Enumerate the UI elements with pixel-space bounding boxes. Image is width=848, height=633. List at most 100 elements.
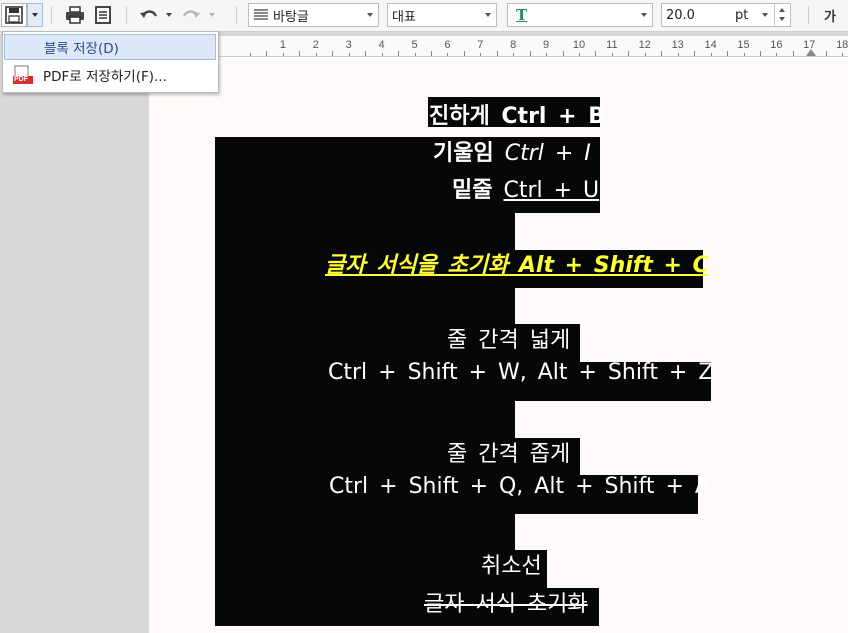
redo-button[interactable]	[178, 3, 204, 27]
spin-down-icon[interactable]	[779, 17, 785, 21]
strike-label-text: 취소선	[481, 554, 542, 579]
ruler-number: 10	[572, 39, 586, 51]
selection-highlight	[215, 288, 515, 324]
ruler-tick	[480, 53, 482, 56]
menu-item-block-save[interactable]: 블록 저장(D)	[4, 34, 216, 60]
narrow-spacing-keys: Ctrl + Shift + Q, Alt + Shift + A	[329, 474, 710, 499]
ruler-number: 1	[279, 39, 286, 51]
reset-format-text: 글자 서식을 초기화 Alt + Shift + C	[325, 253, 709, 278]
block-save-label: 블록 저장(D)	[44, 41, 119, 57]
ruler-tick	[611, 53, 613, 56]
ruler-tick	[266, 51, 268, 56]
ruler-tick	[628, 51, 630, 56]
chevron-down-icon	[641, 13, 647, 17]
chevron-down-icon	[762, 13, 768, 17]
style-value: 대표	[392, 9, 416, 25]
chevron-down-icon	[209, 13, 215, 17]
underline-keys: Ctrl + U	[503, 178, 600, 203]
ruler-tick	[513, 53, 515, 56]
ruler-tick	[694, 51, 696, 56]
ruler-number: 18	[836, 39, 848, 51]
style-select[interactable]: 대표	[387, 3, 497, 27]
ruler-tick	[842, 53, 844, 56]
chevron-down-icon	[367, 13, 373, 17]
font-size-field[interactable]: 20.0 pt	[661, 3, 791, 27]
ruler-tick	[661, 51, 663, 56]
ruler-number: 16	[770, 39, 783, 51]
widen-keys-text: Ctrl + Shift + W, Alt + Shift + Z	[328, 360, 714, 385]
chevron-down-icon	[32, 13, 38, 17]
font-face-value: 바탕글	[273, 9, 309, 25]
ruler-tick	[315, 53, 317, 56]
ruler-tick	[332, 51, 334, 56]
reset-format-line: 글자 서식을 초기화 Alt + Shift + C	[325, 247, 709, 279]
ruler-tick	[299, 51, 301, 56]
ruler-tick	[496, 51, 498, 56]
save-button[interactable]	[1, 3, 27, 27]
char-shape-label: 가	[824, 9, 836, 25]
toolbar: 바탕글 대표 T 20.0 pt 가	[0, 0, 848, 32]
ruler-tick	[447, 53, 449, 56]
spin-up-icon[interactable]	[779, 8, 785, 12]
ruler-tick	[644, 53, 646, 56]
horizontal-ruler[interactable]: 1 2 3 4 5 6 7 8 9 10 11 12 13 14 15 16 17 18	[218, 36, 848, 57]
floppy-disk-icon	[5, 6, 23, 24]
bold-label: 진하게	[429, 104, 490, 129]
redo-icon	[182, 10, 200, 18]
ruler-tick	[365, 51, 367, 56]
ruler-number: 3	[345, 39, 352, 51]
save-pdf-label: PDF로 저장하기(F)...	[43, 69, 167, 85]
menu-item-save-pdf[interactable]: PDF PDF로 저장하기(F)...	[4, 62, 216, 88]
strikethrough-sample: 글자 서식 초기화	[424, 586, 588, 618]
ruler-tick	[792, 51, 794, 56]
ruler-number: 4	[378, 39, 385, 51]
redo-dropdown[interactable]	[206, 3, 218, 27]
ruler-tick	[727, 51, 729, 56]
undo-dropdown[interactable]	[163, 3, 175, 27]
font-face-select[interactable]: 바탕글	[248, 3, 379, 27]
ruler-tick	[776, 53, 778, 56]
pdf-file-icon: PDF	[13, 65, 33, 85]
paragraph-style-icon	[254, 9, 268, 20]
ruler-tick	[381, 53, 383, 56]
ruler-tick	[463, 51, 465, 56]
narrow-label-text: 줄 간격 좁게	[447, 442, 571, 467]
indent-marker[interactable]	[806, 49, 816, 56]
ruler-number: 8	[510, 39, 517, 51]
selection-highlight	[215, 401, 515, 438]
selection-highlight	[215, 213, 515, 250]
italic-label: 기울임	[433, 141, 494, 166]
font-size-unit: pt	[735, 7, 749, 23]
ruler-tick	[825, 51, 827, 56]
ruler-number: 15	[737, 39, 750, 51]
page-preview-icon	[95, 6, 111, 24]
save-dropdown-menu: 블록 저장(D) PDF PDF로 저장하기(F)...	[2, 31, 219, 93]
pdf-icon-label: PDF	[14, 76, 28, 83]
ruler-number: 11	[606, 39, 618, 51]
underline-shortcut-line: 밑줄 Ctrl + U	[452, 172, 599, 204]
ruler-tick	[677, 53, 679, 56]
strikethrough-label: 취소선	[481, 548, 542, 580]
chevron-down-icon	[485, 13, 491, 17]
char-style-select[interactable]: T	[507, 3, 653, 27]
chevron-down-icon	[166, 13, 172, 17]
ruler-number: 14	[704, 39, 717, 51]
underline-label: 밑줄	[452, 178, 493, 203]
strike-sample-text: 글자 서식 초기화	[424, 592, 588, 617]
save-dropdown-button[interactable]	[27, 3, 43, 27]
selection-highlight	[215, 514, 515, 550]
ruler-tick	[562, 51, 564, 56]
ruler-tick	[759, 51, 761, 56]
print-button[interactable]	[62, 3, 88, 27]
widen-spacing-label: 줄 간격 넓게	[447, 322, 570, 354]
ruler-tick	[529, 51, 531, 56]
undo-icon	[140, 10, 158, 18]
bold-shortcut-line: 진하게 Ctrl + B	[429, 98, 605, 130]
undo-button[interactable]	[136, 3, 162, 27]
ruler-number: 5	[411, 39, 418, 51]
print-preview-button[interactable]	[90, 3, 116, 27]
char-shape-button[interactable]: 가	[816, 3, 844, 27]
ruler-tick	[398, 51, 400, 56]
font-size-value: 20.0	[666, 7, 695, 23]
font-size-spinner[interactable]	[774, 4, 790, 26]
